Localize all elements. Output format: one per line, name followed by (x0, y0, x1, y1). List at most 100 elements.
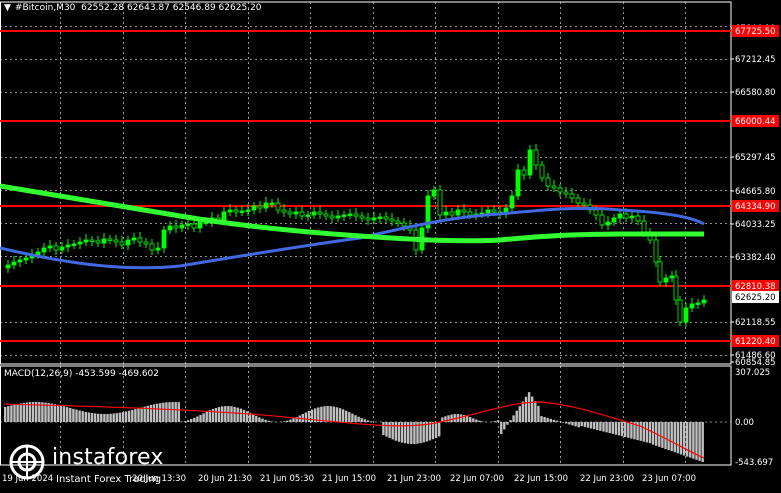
macd-bar (615, 422, 617, 435)
macd-bar (395, 422, 397, 441)
macd-bar (361, 418, 363, 422)
macd-bar (153, 404, 155, 422)
macd-bar (578, 422, 580, 427)
macd-bar (571, 422, 573, 425)
time-axis-label: 21 Jun 05:30 (260, 474, 314, 484)
candle-body (168, 226, 172, 230)
macd-axis-tick: 0.00 (735, 418, 754, 428)
candle-body (360, 216, 364, 218)
macd-bar (51, 404, 53, 422)
macd-bar (612, 422, 614, 434)
macd-bar (308, 411, 310, 422)
candle-body (312, 212, 316, 215)
candle-body (294, 212, 298, 214)
candle-body (670, 276, 674, 278)
macd-bar (125, 411, 127, 422)
macd-bar (522, 401, 524, 422)
candle-body (564, 192, 568, 194)
macd-bar (686, 422, 688, 457)
macd-bar (516, 411, 518, 422)
trading-chart[interactable]: 67844.1067212.4566580.8065297.4564665.80… (0, 0, 781, 489)
candle-body (570, 194, 574, 198)
macd-bar (150, 405, 152, 422)
macd-bar (97, 414, 99, 422)
candle-body (48, 246, 52, 248)
macd-bar (494, 421, 496, 422)
candle-body (240, 211, 244, 213)
candle-body (396, 221, 400, 223)
candle-body (342, 215, 346, 217)
macd-bar (702, 422, 704, 462)
macd-bar (255, 416, 257, 422)
time-axis-label: 23 Jun 07:00 (642, 474, 696, 484)
macd-bar (627, 422, 629, 438)
candle-body (198, 222, 202, 228)
candle-body (540, 165, 544, 178)
macd-bar (10, 405, 12, 422)
time-axis-label: 22 Jun 07:00 (450, 474, 504, 484)
macd-bar (475, 420, 477, 422)
macd-bar (385, 422, 387, 437)
macd-bar (357, 417, 359, 422)
macd-bar (680, 422, 682, 454)
macd-bar (348, 412, 350, 422)
instaforex-logo-icon (8, 443, 48, 483)
chart-canvas[interactable]: 67844.1067212.4566580.8065297.4564665.80… (0, 0, 781, 489)
macd-bar (509, 420, 511, 422)
macd-bar (190, 419, 192, 422)
level-price-label: 64334.90 (735, 202, 776, 212)
candle-body (54, 246, 58, 250)
logo-wordmark: instaforex (52, 445, 164, 470)
candle-body (12, 262, 16, 265)
moving-average-fast (0, 208, 704, 267)
macd-bar (602, 422, 604, 432)
macd-indicator-label: MACD(12,26,9) -453.599 -469.602 (4, 369, 159, 379)
macd-bar (534, 401, 536, 422)
macd-bar (556, 421, 558, 422)
candle-body (324, 214, 328, 216)
macd-bar (137, 408, 139, 422)
candle-body (234, 210, 238, 212)
macd-bar (94, 413, 96, 422)
candle-body (120, 242, 124, 245)
candle-body (678, 300, 682, 322)
macd-bar (429, 422, 431, 440)
current-price-label: 62625.20 (735, 293, 776, 303)
candle-body (162, 230, 166, 248)
candle-body (366, 218, 370, 220)
candle-body (6, 265, 10, 268)
macd-bar (568, 422, 570, 424)
menu-triangle-icon[interactable]: ▼ (4, 3, 11, 13)
candle-body (664, 278, 668, 282)
candle-body (658, 262, 662, 282)
candle-body (624, 214, 628, 218)
candle-body (552, 186, 556, 188)
macd-bar (162, 403, 164, 422)
time-axis-label: 22 Jun 15:00 (514, 474, 568, 484)
candle-body (546, 178, 550, 186)
price-axis-tick: 64665.80 (735, 187, 776, 197)
macd-bar (106, 414, 108, 422)
macd-bar (388, 422, 390, 438)
candle-body (78, 242, 82, 244)
candle-body (534, 150, 538, 165)
candle-body (114, 240, 118, 242)
candle-body (174, 226, 178, 228)
candle-body (630, 216, 634, 218)
macd-bar (20, 403, 22, 422)
macd-bar (432, 422, 434, 439)
candle-body (372, 218, 376, 220)
level-price-label: 62810.38 (735, 282, 776, 292)
candle-body (330, 216, 334, 218)
candle-body (486, 210, 490, 213)
candle-body (18, 260, 22, 262)
candle-body (276, 203, 280, 210)
macd-bar (401, 422, 403, 443)
macd-bar (258, 417, 260, 422)
macd-bar (227, 406, 229, 422)
macd-bar (354, 415, 356, 422)
macd-bar (88, 412, 90, 422)
macd-bar (621, 422, 623, 436)
candle-body (684, 308, 688, 322)
candle-body (582, 203, 586, 205)
